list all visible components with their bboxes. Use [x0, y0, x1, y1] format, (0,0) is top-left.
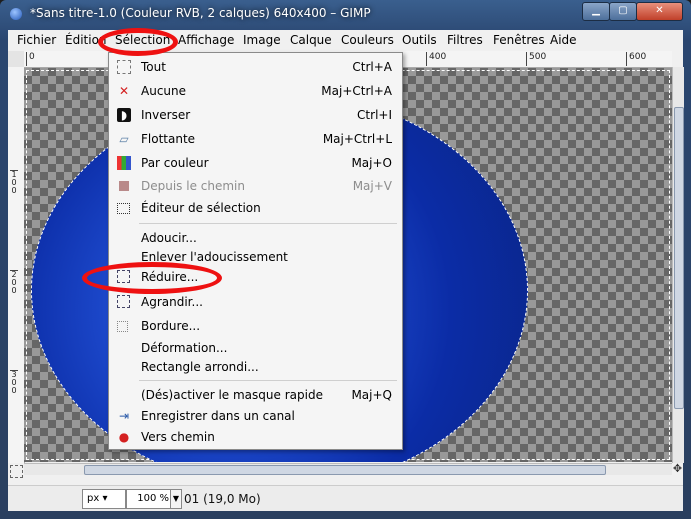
menu-image[interactable]: Image [243, 33, 281, 47]
ruler-tick: 600 [626, 52, 646, 66]
menu-outils[interactable]: Outils [402, 33, 437, 47]
menu-item-shortcut: Maj+Q [351, 388, 392, 402]
ruler-tick: 1 0 0 [10, 170, 18, 195]
zoom-dropdown-icon[interactable]: ▼ [170, 489, 182, 509]
menu-item-depuis-le-chemin: Depuis le chemin Maj+V [109, 175, 402, 197]
menu-separator [139, 223, 397, 224]
menu-item-label: Tout [141, 60, 166, 74]
menu-calque[interactable]: Calque [290, 33, 332, 47]
menu-item-shortcut: Maj+O [351, 156, 392, 170]
ruler-tick: 3 0 0 [10, 370, 18, 395]
menu-fichier[interactable]: Fichier [17, 33, 56, 47]
menu-item-label: Agrandir... [141, 295, 203, 309]
menu-edition[interactable]: Édition [65, 33, 107, 47]
menu-item-aucune[interactable]: ✕ Aucune Maj+Ctrl+A [109, 80, 402, 102]
vertical-scroll-thumb[interactable] [674, 107, 684, 409]
menu-item-editeur-de-selection[interactable]: Éditeur de sélection [109, 197, 402, 219]
zoom-input[interactable]: 100 % [126, 489, 172, 509]
border-icon [117, 321, 128, 332]
menu-item-label: Enlever l'adoucissement [141, 250, 288, 264]
menu-item-shortcut: Ctrl+I [357, 108, 392, 122]
menu-item-tout[interactable]: Tout Ctrl+A [109, 56, 402, 78]
vertical-ruler[interactable]: 1 0 0 2 0 0 3 0 0 [8, 67, 25, 463]
horizontal-scroll-thumb[interactable] [84, 465, 606, 475]
menu-selection[interactable]: Sélection [115, 33, 170, 47]
menu-item-label: Depuis le chemin [141, 179, 245, 193]
menu-item-vers-chemin[interactable]: ● Vers chemin [109, 426, 402, 448]
select-none-icon: ✕ [118, 84, 130, 98]
navigate-icon[interactable]: ✥ [672, 463, 683, 474]
ruler-tick: 400 [426, 52, 446, 66]
menu-bar: Fichier Édition Sélection Affichage Imag… [8, 30, 683, 52]
shrink-icon [117, 270, 130, 283]
menu-item-label: Réduire... [141, 270, 199, 284]
ruler-tick: 500 [526, 52, 546, 66]
close-button[interactable]: ✕ [636, 2, 683, 21]
from-path-icon [119, 181, 129, 191]
menu-item-label: Flottante [141, 132, 196, 146]
gimp-app-icon[interactable] [10, 8, 22, 20]
menu-item-par-couleur[interactable]: Par couleur Maj+O [109, 152, 402, 174]
menu-item-agrandir[interactable]: Agrandir... [109, 291, 402, 313]
menu-aide[interactable]: Aide [550, 33, 577, 47]
ruler-corner-button[interactable] [8, 51, 25, 68]
window-bottom-frame [0, 511, 691, 519]
select-by-color-icon [117, 156, 131, 170]
menu-item-bordure[interactable]: Bordure... [109, 315, 402, 337]
maximize-button[interactable]: ▢ [609, 2, 637, 21]
menu-item-label: Aucune [141, 84, 187, 98]
menu-item-label: Éditeur de sélection [141, 201, 261, 215]
minimize-button[interactable]: ▁ [582, 2, 610, 21]
menu-item-shortcut: Maj+Ctrl+L [322, 132, 392, 146]
menu-item-label: Vers chemin [141, 430, 215, 444]
menu-item-label: Déformation... [141, 341, 228, 355]
menu-filtres[interactable]: Filtres [447, 33, 483, 47]
invert-selection-icon: ◗ [117, 108, 131, 122]
menu-item-shortcut: Maj+Ctrl+A [321, 84, 392, 98]
floating-selection-icon: ▱ [119, 132, 129, 146]
unit-select[interactable]: px ▾ [82, 489, 126, 509]
menu-couleurs[interactable]: Couleurs [341, 33, 394, 47]
menu-item-label: Par couleur [141, 156, 209, 170]
menu-item-shortcut: Maj+V [352, 179, 392, 193]
select-all-icon [117, 60, 131, 74]
menu-item-label: Adoucir... [141, 231, 197, 245]
menu-separator [139, 380, 397, 381]
menu-item-flottante[interactable]: ▱ Flottante Maj+Ctrl+L [109, 128, 402, 150]
ruler-tick: 2 0 0 [10, 270, 18, 295]
menu-item-inverser[interactable]: ◗ Inverser Ctrl+I [109, 104, 402, 126]
grow-icon [117, 295, 130, 308]
menu-item-shortcut: Ctrl+A [352, 60, 392, 74]
selection-editor-icon [117, 203, 130, 214]
title-bar[interactable]: *Sans titre-1.0 (Couleur RVB, 2 calques)… [0, 0, 691, 30]
menu-item-label: Inverser [141, 108, 191, 122]
menu-item-enregistrer-canal[interactable]: ⇥ Enregistrer dans un canal [109, 405, 402, 427]
save-to-channel-icon: ⇥ [118, 409, 130, 423]
quick-mask-toggle-icon[interactable] [10, 465, 23, 478]
menu-item-rectangle-arrondi[interactable]: Rectangle arrondi... [109, 356, 402, 378]
selection-dropdown-menu: Tout Ctrl+A ✕ Aucune Maj+Ctrl+A ◗ Invers… [108, 52, 403, 450]
horizontal-scrollbar[interactable] [24, 463, 672, 475]
status-info: 01 (19,0 Mo) [184, 492, 261, 506]
menu-item-label: (Dés)activer le masque rapide [141, 388, 323, 402]
menu-item-label: Bordure... [141, 319, 201, 333]
ruler-tick: 0 [26, 52, 35, 66]
menu-item-label: Rectangle arrondi... [141, 360, 259, 374]
status-bar: px ▾ 100 % ▼ 01 (19,0 Mo) [8, 485, 683, 512]
menu-item-enlever-adoucissement[interactable]: Enlever l'adoucissement [109, 246, 402, 268]
menu-item-masque-rapide[interactable]: (Dés)activer le masque rapide Maj+Q [109, 384, 402, 406]
menu-fenetres[interactable]: Fenêtres [493, 33, 545, 47]
menu-item-label: Enregistrer dans un canal [141, 409, 295, 423]
to-path-icon: ● [118, 430, 130, 444]
vertical-scrollbar[interactable] [672, 67, 684, 463]
window-title: *Sans titre-1.0 (Couleur RVB, 2 calques)… [30, 6, 371, 20]
unit-value: px [87, 493, 100, 504]
menu-affichage[interactable]: Affichage [178, 33, 234, 47]
menu-item-reduire[interactable]: Réduire... [109, 266, 402, 288]
